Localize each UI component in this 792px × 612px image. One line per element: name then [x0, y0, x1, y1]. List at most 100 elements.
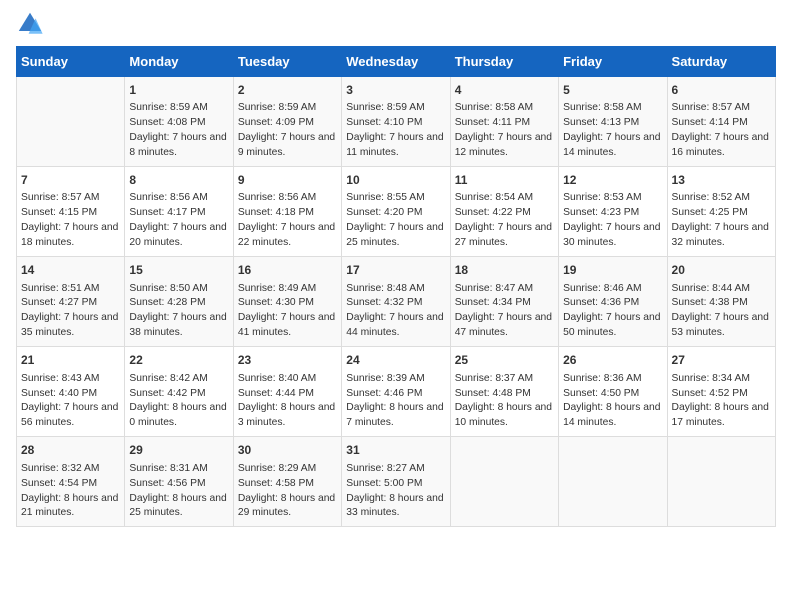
day-number: 8: [129, 172, 228, 189]
day-number: 24: [346, 352, 445, 369]
day-number: 4: [455, 82, 554, 99]
page: SundayMondayTuesdayWednesdayThursdayFrid…: [0, 0, 792, 612]
day-cell: 13 Sunrise: 8:52 AMSunset: 4:25 PMDayligh…: [667, 167, 775, 257]
day-number: 17: [346, 262, 445, 279]
day-number: 13: [672, 172, 771, 189]
day-number: 18: [455, 262, 554, 279]
day-number: 2: [238, 82, 337, 99]
day-info: Sunrise: 8:43 AMSunset: 4:40 PMDaylight:…: [21, 372, 120, 432]
day-number: 19: [563, 262, 662, 279]
day-info: Sunrise: 8:51 AMSunset: 4:27 PMDaylight:…: [21, 282, 120, 342]
day-cell: 27 Sunrise: 8:34 AMSunset: 4:52 PMDayligh…: [667, 347, 775, 437]
day-number: 29: [129, 442, 228, 459]
week-row-5: 28 Sunrise: 8:32 AMSunset: 4:54 PMDayligh…: [17, 437, 776, 527]
day-number: 26: [563, 352, 662, 369]
week-row-4: 21 Sunrise: 8:43 AMSunset: 4:40 PMDayligh…: [17, 347, 776, 437]
day-number: 14: [21, 262, 120, 279]
day-cell: 2 Sunrise: 8:59 AMSunset: 4:09 PMDaylight…: [233, 77, 341, 167]
day-info: Sunrise: 8:47 AMSunset: 4:34 PMDaylight:…: [455, 282, 554, 342]
day-cell: 31 Sunrise: 8:27 AMSunset: 5:00 PMDayligh…: [342, 437, 450, 527]
day-number: 10: [346, 172, 445, 189]
day-cell: 28 Sunrise: 8:32 AMSunset: 4:54 PMDayligh…: [17, 437, 125, 527]
day-number: 6: [672, 82, 771, 99]
calendar-table: SundayMondayTuesdayWednesdayThursdayFrid…: [16, 46, 776, 527]
day-cell: 9 Sunrise: 8:56 AMSunset: 4:18 PMDaylight…: [233, 167, 341, 257]
day-info: Sunrise: 8:42 AMSunset: 4:42 PMDaylight:…: [129, 372, 228, 432]
day-info: Sunrise: 8:53 AMSunset: 4:23 PMDaylight:…: [563, 191, 662, 251]
day-cell: 26 Sunrise: 8:36 AMSunset: 4:50 PMDayligh…: [559, 347, 667, 437]
col-header-tuesday: Tuesday: [233, 47, 341, 77]
day-info: Sunrise: 8:59 AMSunset: 4:10 PMDaylight:…: [346, 101, 445, 161]
day-number: 30: [238, 442, 337, 459]
col-header-thursday: Thursday: [450, 47, 558, 77]
day-number: 12: [563, 172, 662, 189]
header-row: SundayMondayTuesdayWednesdayThursdayFrid…: [17, 47, 776, 77]
day-info: Sunrise: 8:56 AMSunset: 4:17 PMDaylight:…: [129, 191, 228, 251]
day-info: Sunrise: 8:27 AMSunset: 5:00 PMDaylight:…: [346, 462, 445, 522]
day-cell: 21 Sunrise: 8:43 AMSunset: 4:40 PMDayligh…: [17, 347, 125, 437]
day-info: Sunrise: 8:32 AMSunset: 4:54 PMDaylight:…: [21, 462, 120, 522]
day-info: Sunrise: 8:37 AMSunset: 4:48 PMDaylight:…: [455, 372, 554, 432]
col-header-saturday: Saturday: [667, 47, 775, 77]
day-cell: 4 Sunrise: 8:58 AMSunset: 4:11 PMDaylight…: [450, 77, 558, 167]
day-number: 7: [21, 172, 120, 189]
day-cell: 8 Sunrise: 8:56 AMSunset: 4:17 PMDaylight…: [125, 167, 233, 257]
day-info: Sunrise: 8:56 AMSunset: 4:18 PMDaylight:…: [238, 191, 337, 251]
day-cell: 20Sunrise: 8:44 AMSunset: 4:38 PMDayligh…: [667, 257, 775, 347]
day-cell: 5 Sunrise: 8:58 AMSunset: 4:13 PMDaylight…: [559, 77, 667, 167]
col-header-friday: Friday: [559, 47, 667, 77]
col-header-wednesday: Wednesday: [342, 47, 450, 77]
day-number: 31: [346, 442, 445, 459]
day-cell: 24 Sunrise: 8:39 AMSunset: 4:46 PMDayligh…: [342, 347, 450, 437]
day-cell: 3 Sunrise: 8:59 AMSunset: 4:10 PMDaylight…: [342, 77, 450, 167]
logo: [16, 10, 48, 38]
day-cell: 16Sunrise: 8:49 AMSunset: 4:30 PMDayligh…: [233, 257, 341, 347]
day-number: 22: [129, 352, 228, 369]
day-number: 27: [672, 352, 771, 369]
day-cell: 23Sunrise: 8:40 AMSunset: 4:44 PMDayligh…: [233, 347, 341, 437]
day-info: Sunrise: 8:48 AMSunset: 4:32 PMDaylight:…: [346, 282, 445, 342]
day-info: Sunrise: 8:54 AMSunset: 4:22 PMDaylight:…: [455, 191, 554, 251]
day-cell: [17, 77, 125, 167]
day-cell: [450, 437, 558, 527]
day-info: Sunrise: 8:58 AMSunset: 4:13 PMDaylight:…: [563, 101, 662, 161]
day-info: Sunrise: 8:57 AMSunset: 4:14 PMDaylight:…: [672, 101, 771, 161]
day-info: Sunrise: 8:34 AMSunset: 4:52 PMDaylight:…: [672, 372, 771, 432]
day-info: Sunrise: 8:39 AMSunset: 4:46 PMDaylight:…: [346, 372, 445, 432]
day-cell: 25 Sunrise: 8:37 AMSunset: 4:48 PMDayligh…: [450, 347, 558, 437]
day-cell: 6 Sunrise: 8:57 AMSunset: 4:14 PMDaylight…: [667, 77, 775, 167]
day-info: Sunrise: 8:36 AMSunset: 4:50 PMDaylight:…: [563, 372, 662, 432]
col-header-sunday: Sunday: [17, 47, 125, 77]
day-cell: 17 Sunrise: 8:48 AMSunset: 4:32 PMDayligh…: [342, 257, 450, 347]
day-info: Sunrise: 8:46 AMSunset: 4:36 PMDaylight:…: [563, 282, 662, 342]
day-cell: [667, 437, 775, 527]
col-header-monday: Monday: [125, 47, 233, 77]
day-info: Sunrise: 8:29 AMSunset: 4:58 PMDaylight:…: [238, 462, 337, 522]
day-cell: 15Sunrise: 8:50 AMSunset: 4:28 PMDayligh…: [125, 257, 233, 347]
day-number: 21: [21, 352, 120, 369]
day-cell: 12 Sunrise: 8:53 AMSunset: 4:23 PMDayligh…: [559, 167, 667, 257]
day-number: 20: [672, 262, 771, 279]
day-cell: 1Sunrise: 8:59 AMSunset: 4:08 PMDaylight…: [125, 77, 233, 167]
day-number: 11: [455, 172, 554, 189]
day-info: Sunrise: 8:31 AMSunset: 4:56 PMDaylight:…: [129, 462, 228, 522]
day-number: 3: [346, 82, 445, 99]
day-cell: 19 Sunrise: 8:46 AMSunset: 4:36 PMDayligh…: [559, 257, 667, 347]
day-number: 16: [238, 262, 337, 279]
day-info: Sunrise: 8:58 AMSunset: 4:11 PMDaylight:…: [455, 101, 554, 161]
week-row-3: 14 Sunrise: 8:51 AMSunset: 4:27 PMDayligh…: [17, 257, 776, 347]
logo-icon: [16, 10, 44, 38]
week-row-2: 7Sunrise: 8:57 AMSunset: 4:15 PMDaylight…: [17, 167, 776, 257]
day-number: 9: [238, 172, 337, 189]
header: [16, 10, 776, 38]
day-number: 28: [21, 442, 120, 459]
day-number: 1: [129, 82, 228, 99]
day-cell: 18 Sunrise: 8:47 AMSunset: 4:34 PMDayligh…: [450, 257, 558, 347]
day-cell: 10Sunrise: 8:55 AMSunset: 4:20 PMDayligh…: [342, 167, 450, 257]
day-info: Sunrise: 8:52 AMSunset: 4:25 PMDaylight:…: [672, 191, 771, 251]
day-cell: 7Sunrise: 8:57 AMSunset: 4:15 PMDaylight…: [17, 167, 125, 257]
day-number: 5: [563, 82, 662, 99]
day-cell: 11 Sunrise: 8:54 AMSunset: 4:22 PMDayligh…: [450, 167, 558, 257]
day-number: 25: [455, 352, 554, 369]
day-info: Sunrise: 8:59 AMSunset: 4:09 PMDaylight:…: [238, 101, 337, 161]
